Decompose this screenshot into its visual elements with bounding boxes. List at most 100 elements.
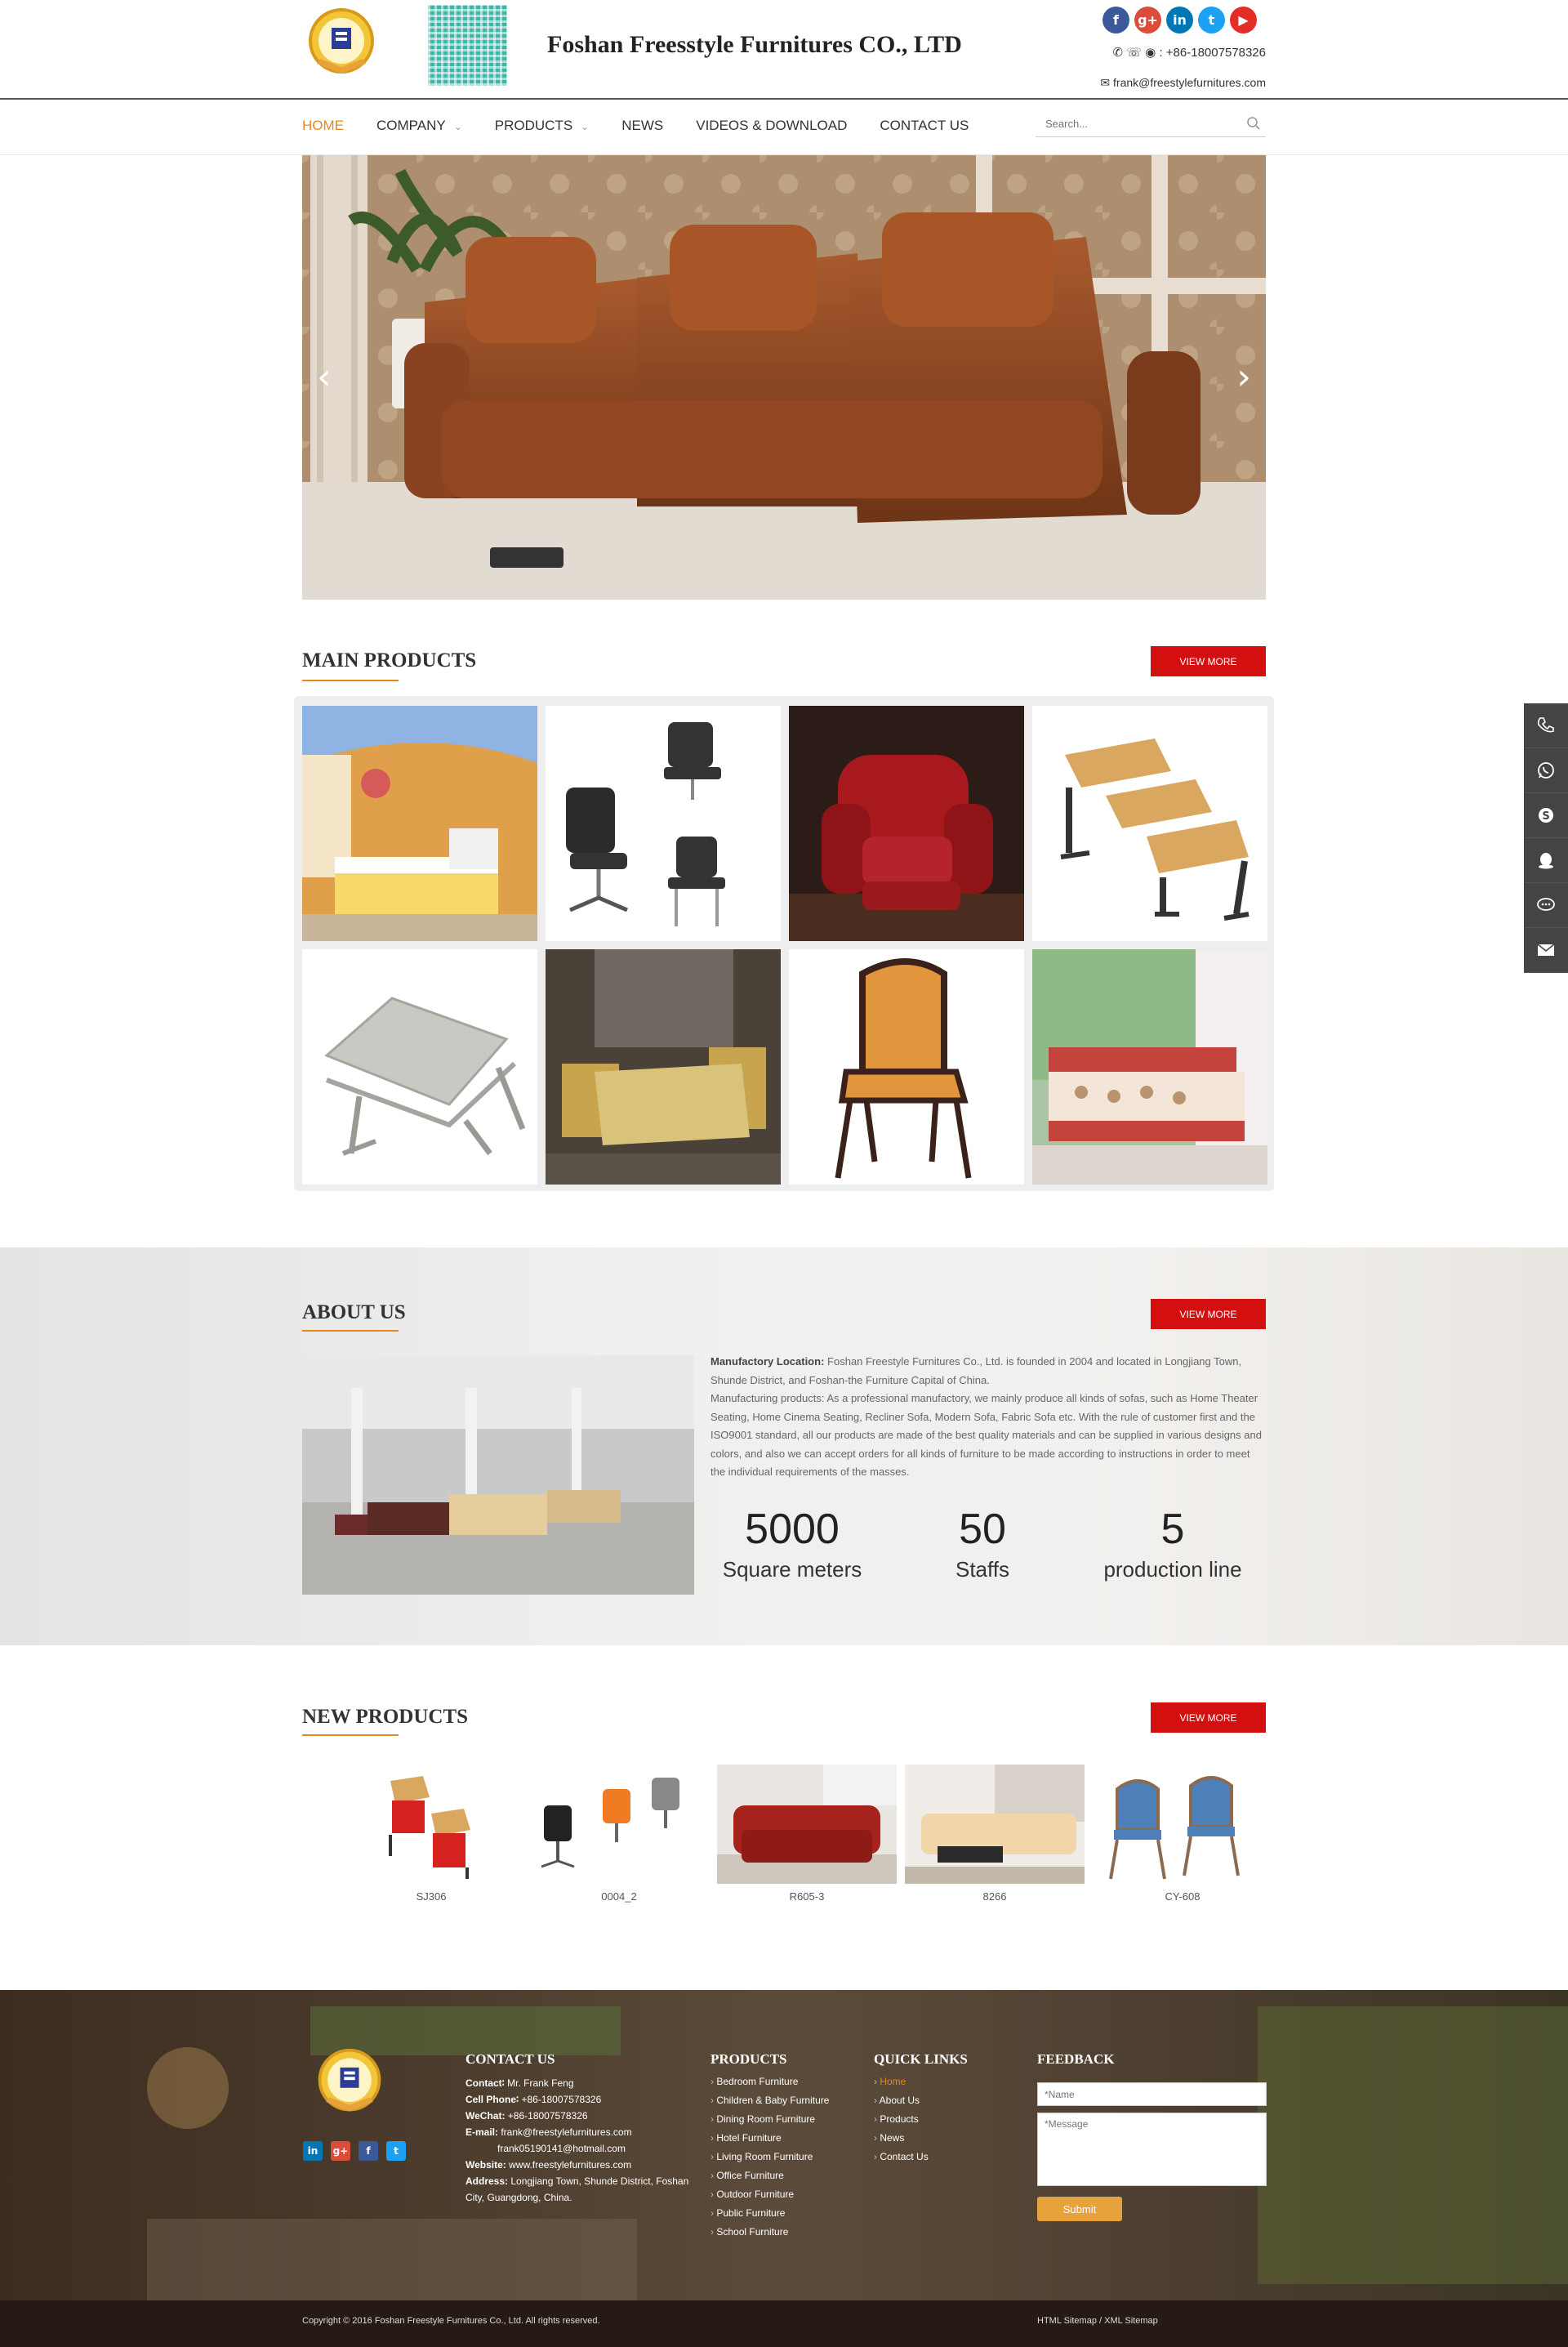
google-plus-icon[interactable]: g+ [331,2141,350,2161]
footer-logo[interactable] [312,2044,387,2122]
address-line-2: City, Guangdong, China. [466,2192,572,2203]
title-underline [302,1734,399,1736]
nav-items: HOME COMPANY ⌄ PRODUCTS ⌄ NEWS VIDEOS & DOWNLO… [302,118,1001,134]
search-input[interactable] [1036,111,1232,136]
footer-product-label: School Furniture [716,2226,789,2238]
footer-quick-link-label: News [880,2132,905,2144]
new-product-caption[interactable]: CY-608 [1093,1890,1272,1903]
qq-icon[interactable] [1524,838,1568,883]
footer-feedback-title: FEEDBACK [1037,2051,1115,2067]
main-products-view-more-button[interactable]: VIEW MORE [1151,646,1266,676]
footer-quick-link[interactable]: › Contact Us [874,2151,929,2162]
copyright-bar [0,2300,1568,2347]
stat-label: Staffs [955,1557,1009,1582]
about-text: Manufactory Location: Foshan Freestyle F… [710,1353,1266,1482]
company-name: Foshan Freesstyle Furnitures CO., LTD [547,31,962,58]
footer-background [147,2006,1568,2300]
envelope-icon: ✉ [1100,76,1111,89]
nav-item-home[interactable]: HOME [302,118,344,134]
factory-photo [302,1355,694,1595]
new-products-view-more-button[interactable]: VIEW MORE [1151,1702,1266,1733]
new-product-caption[interactable]: SJ306 [341,1890,521,1903]
nav-item-news[interactable]: NEWS [621,118,663,134]
main-products-title: MAIN PRODUCTS [302,649,477,672]
footer-quick-links-title: QUICK LINKS [874,2051,968,2067]
youtube-icon[interactable]: ▶ [1230,7,1257,33]
new-product-image[interactable] [341,1765,521,1884]
google-plus-icon[interactable]: g+ [1134,7,1161,33]
footer-product-link[interactable]: › Dining Room Furniture [710,2113,815,2125]
email-line[interactable]: E-mail: frank@freestylefurnitures.com [466,2124,632,2140]
email-line-2[interactable]: frank05190141@hotmail.com [497,2140,626,2157]
email-link[interactable]: frank@freestylefurnitures.com [1113,76,1266,89]
product-tile-children-bed[interactable] [1032,949,1267,1185]
footer-quick-link[interactable]: › Home [874,2076,906,2087]
website-line[interactable]: Website: www.freestylefurnitures.com [466,2157,631,2173]
product-tile-dining-set[interactable] [546,949,781,1185]
facebook-icon[interactable]: f [1102,7,1129,33]
new-product-image[interactable] [717,1765,897,1884]
twitter-icon[interactable]: t [386,2141,406,2161]
footer-quick-link[interactable]: › News [874,2132,904,2144]
footer-quick-link[interactable]: › Products [874,2113,919,2125]
footer-product-link[interactable]: › Bedroom Furniture [710,2076,798,2087]
nav-item-label: VIDEOS & DOWNLOAD [696,118,848,133]
product-tile-office-chairs[interactable] [546,706,781,941]
nav-item-company[interactable]: COMPANY ⌄ [376,118,462,134]
new-product-caption[interactable]: 0004_2 [529,1890,709,1903]
banner-prev-arrow[interactable]: ‹ [317,356,332,398]
product-tile-public-bench[interactable] [302,949,537,1185]
product-tile-banquet-chair[interactable] [789,949,1024,1185]
footer-product-label: Public Furniture [716,2207,786,2219]
new-product-image[interactable] [1093,1765,1272,1884]
footer-product-link[interactable]: › School Furniture [710,2226,788,2238]
new-product-caption[interactable]: R605-3 [717,1890,897,1903]
products-text: Manufacturing products: As a professiona… [710,1392,1262,1478]
email-icon[interactable] [1524,928,1568,973]
phone-icon: ✆ [1112,46,1124,60]
footer-quick-link[interactable]: › About Us [874,2095,920,2106]
nav-item-videos-download[interactable]: VIDEOS & DOWNLOAD [696,118,847,134]
footer-product-link[interactable]: › Outdoor Furniture [710,2189,794,2200]
footer-product-link[interactable]: › Living Room Furniture [710,2151,813,2162]
feedback-message-input[interactable] [1037,2113,1267,2186]
footer-product-label: Dining Room Furniture [716,2113,816,2125]
whatsapp-icon[interactable] [1524,748,1568,793]
phone-line: ✆ ☏ ◉ : +86-18007578326 [1094,45,1267,60]
footer-product-link[interactable]: › Public Furniture [710,2207,785,2219]
nav-item-contact-us[interactable]: CONTACT US [880,118,969,134]
feedback-submit-button[interactable]: Submit [1037,2197,1122,2221]
sitemap-links[interactable]: HTML Sitemap / XML Sitemap [1037,2316,1158,2326]
chat-icon[interactable] [1524,883,1568,928]
footer-products-title: PRODUCTS [710,2051,787,2067]
phone-icon[interactable] [1524,703,1568,748]
new-product-caption[interactable]: 8266 [905,1890,1085,1903]
twitter-icon[interactable]: t [1198,7,1225,33]
new-product-image[interactable] [905,1765,1085,1884]
banner-next-arrow[interactable]: › [1236,356,1251,398]
search-icon[interactable] [1246,116,1261,135]
wechat-line: WeChat: +86-18007578326 [466,2110,588,2122]
hero-banner[interactable]: ‹ › [302,155,1266,600]
skype-icon[interactable]: S [1524,793,1568,838]
footer-product-link[interactable]: › Children & Baby Furniture [710,2095,829,2106]
svg-text:S: S [1542,810,1549,823]
chevron-down-icon: ⌄ [453,121,462,132]
product-tile-bedroom[interactable] [302,706,537,941]
company-logo[interactable] [302,5,381,83]
product-tile-recliner[interactable] [789,706,1024,941]
new-product-image[interactable] [529,1765,709,1884]
main-nav: HOME COMPANY ⌄ PRODUCTS ⌄ NEWS VIDEOS & DOWNLO… [0,101,1568,155]
footer-product-label: Office Furniture [716,2170,784,2181]
linkedin-icon[interactable]: in [303,2141,323,2161]
nav-item-products[interactable]: PRODUCTS ⌄ [495,118,589,134]
wechat-icon: ◉ [1145,46,1156,60]
about-view-more-button[interactable]: VIEW MORE [1151,1299,1266,1329]
facebook-icon[interactable]: f [359,2141,378,2161]
feedback-name-input[interactable] [1037,2082,1267,2106]
linkedin-icon[interactable]: in [1166,7,1193,33]
product-tile-school-desks[interactable] [1032,706,1267,941]
footer-product-link[interactable]: › Hotel Furniture [710,2132,782,2144]
email-line: ✉ frank@freestylefurnitures.com [1062,76,1266,90]
footer-product-link[interactable]: › Office Furniture [710,2170,784,2181]
